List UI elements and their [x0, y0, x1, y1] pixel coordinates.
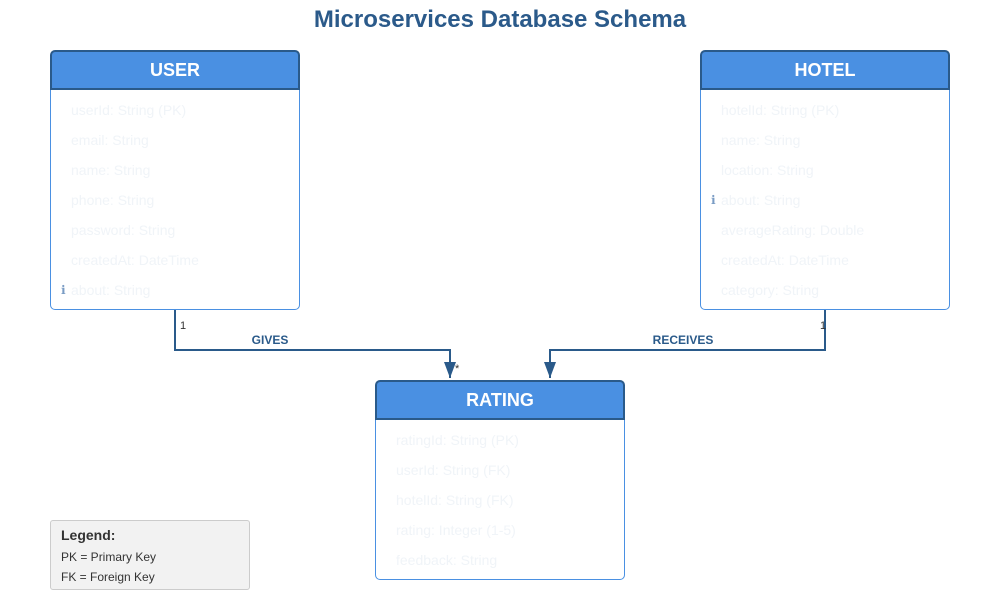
attribute-row: ℹ about: String — [701, 185, 949, 215]
legend-item: FK = Foreign Key — [61, 570, 155, 584]
attribute-row: feedback: String — [396, 552, 498, 568]
attribute-row: email: String — [71, 132, 149, 148]
attribute-row: name: String — [721, 132, 801, 148]
gives-label: GIVES — [252, 333, 289, 347]
user-entity-attributes: userId: String (PK) email: String name: … — [50, 90, 300, 310]
gives-connector — [174, 310, 451, 378]
gives-from-multiplicity: 1 — [180, 320, 186, 332]
attribute-row: ℹ about: String — [51, 275, 299, 305]
hotel-entity-header: HOTEL — [700, 50, 950, 90]
info-icon[interactable]: ℹ — [61, 275, 66, 305]
attribute-row: rating: Integer (1-5) — [396, 522, 516, 538]
legend-title: Legend: — [61, 527, 116, 543]
rating-entity-attributes: ratingId: String (PK) userId: String (FK… — [375, 420, 625, 580]
legend: Legend: PK = Primary Key FK = Foreign Ke… — [50, 520, 250, 590]
rating-entity-header: RATING — [375, 380, 625, 420]
attribute-row: password: String — [71, 222, 176, 238]
attribute-row: category: String — [721, 282, 820, 298]
gives-to-multiplicity: * — [455, 363, 460, 375]
attribute-row: averageRating: Double — [721, 222, 865, 238]
attribute-row: userId: String (PK) — [71, 102, 187, 118]
user-entity: USER userId: String (PK) email: String n… — [50, 50, 300, 310]
receives-arrowhead — [544, 362, 556, 378]
hotel-entity-attributes: hotelId: String (PK) name: String locati… — [700, 90, 950, 310]
attribute-row: createdAt: DateTime — [71, 252, 199, 268]
rating-entity: RATING ratingId: String (PK) userId: Str… — [375, 380, 625, 580]
receives-from-multiplicity: 1 — [820, 320, 826, 332]
info-icon[interactable]: ℹ — [711, 185, 716, 215]
attribute-row: hotelId: String (FK) — [396, 492, 514, 508]
attribute-row: location: String — [721, 162, 814, 178]
attribute-row: phone: String — [71, 192, 155, 208]
user-entity-header: USER — [50, 50, 300, 90]
attribute-row: name: String — [71, 162, 151, 178]
receives-label: RECEIVES — [653, 333, 714, 347]
legend-item: PK = Primary Key — [61, 550, 157, 564]
hotel-entity: HOTEL hotelId: String (PK) name: String … — [700, 50, 950, 310]
attribute-row: hotelId: String (PK) — [721, 102, 840, 118]
attribute-row: createdAt: DateTime — [721, 252, 849, 268]
attribute-row: userId: String (FK) — [396, 462, 511, 478]
attribute-row: ratingId: String (PK) — [396, 432, 519, 448]
